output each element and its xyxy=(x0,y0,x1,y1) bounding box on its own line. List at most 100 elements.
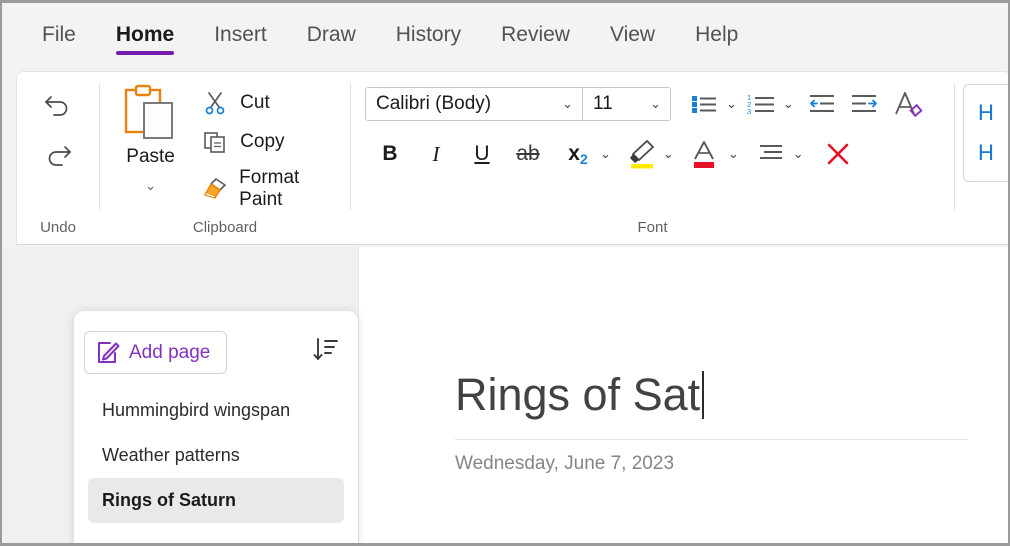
add-page-label: Add page xyxy=(129,341,211,363)
onenote-window: File Home Insert Draw History Review Vie… xyxy=(0,0,1010,546)
underline-button[interactable]: U xyxy=(465,136,499,172)
title-divider xyxy=(455,439,968,440)
underline-label: U xyxy=(474,142,490,165)
tab-review[interactable]: Review xyxy=(481,17,590,57)
numbered-list-icon: 1 2 3 xyxy=(747,93,774,115)
redo-button[interactable] xyxy=(34,132,82,176)
redo-arrow-icon xyxy=(48,146,71,166)
subscript-base-label: x xyxy=(568,142,580,165)
tab-draw[interactable]: Draw xyxy=(287,17,376,57)
format-painter-label: Format Paint xyxy=(239,167,300,210)
italic-label: I xyxy=(432,141,440,166)
italic-button[interactable]: I xyxy=(419,136,453,172)
align-button[interactable] xyxy=(754,136,788,172)
tab-review-label: Review xyxy=(501,23,570,46)
paste-label: Paste xyxy=(126,146,175,167)
edit-page-icon xyxy=(98,342,120,363)
chevron-down-icon: ⌄ xyxy=(562,96,573,111)
increase-indent-icon xyxy=(851,95,877,112)
align-icon xyxy=(759,145,782,159)
bold-button[interactable]: B xyxy=(373,136,407,172)
undo-arrow-icon xyxy=(45,96,68,116)
undo-group-label: Undo xyxy=(40,219,76,236)
tab-home-label: Home xyxy=(115,23,175,46)
font-color-button[interactable] xyxy=(689,136,723,172)
paste-icon xyxy=(124,84,173,139)
paste-button[interactable]: Paste ⌄ xyxy=(106,80,195,194)
clear-button[interactable] xyxy=(821,136,855,172)
svg-text:3: 3 xyxy=(747,107,751,115)
note-title-text: Rings of Sat xyxy=(455,369,701,420)
note-content-pane[interactable]: Rings of Sat Wednesday, June 7, 2023 xyxy=(358,247,1008,543)
tab-history-label: History xyxy=(395,23,462,46)
strikethrough-button[interactable]: ab xyxy=(511,136,545,172)
clipboard-commands: Cut Copy Format Paint xyxy=(195,80,350,214)
clipboard-group-label: Clipboard xyxy=(192,219,258,236)
style-heading1[interactable]: H xyxy=(978,100,1008,126)
numbering-caret-icon[interactable]: ⌄ xyxy=(778,96,799,112)
styles-gallery[interactable]: H H xyxy=(963,84,1008,182)
chevron-down-icon: ⌄ xyxy=(650,96,661,111)
ribbon-tab-strip: File Home Insert Draw History Review Vie… xyxy=(2,3,1008,71)
font-group-label: Font xyxy=(637,219,668,236)
increase-indent-button[interactable] xyxy=(847,86,881,122)
note-title[interactable]: Rings of Sat xyxy=(455,369,705,421)
sort-descending-icon xyxy=(313,338,338,360)
ribbon-group-clipboard: Paste ⌄ Cut Copy Format Paint Clipboard xyxy=(100,72,350,244)
font-name-combo[interactable]: Calibri (Body) ⌄ xyxy=(365,87,583,121)
bullet-list-icon xyxy=(692,96,716,113)
clear-red-x-icon xyxy=(827,143,848,165)
page-list-item-selected[interactable]: Rings of Saturn xyxy=(88,478,344,523)
tab-file-label: File xyxy=(42,23,76,46)
highlight-caret-icon[interactable]: ⌄ xyxy=(658,146,679,162)
scissors-icon xyxy=(201,89,229,117)
undo-button[interactable] xyxy=(34,82,82,126)
sort-pages-button[interactable] xyxy=(312,336,340,369)
font-color-icon xyxy=(693,141,714,168)
tab-history[interactable]: History xyxy=(376,17,481,57)
page-list-item[interactable]: Weather patterns xyxy=(88,433,344,478)
tab-insert[interactable]: Insert xyxy=(194,17,287,57)
subscript-button[interactable]: x2 xyxy=(561,136,595,172)
page-list: Hummingbird wingspan Weather patterns Ri… xyxy=(74,388,358,523)
decrease-indent-button[interactable] xyxy=(805,86,839,122)
ribbon-group-font: Calibri (Body) ⌄ 11 ⌄ ⌄ 1 2 3 ⌄ B I U ab… xyxy=(351,72,954,244)
decrease-indent-icon xyxy=(809,95,834,112)
font-row-top: Calibri (Body) ⌄ 11 ⌄ ⌄ 1 2 3 ⌄ xyxy=(365,86,925,122)
tab-home[interactable]: Home xyxy=(96,17,194,57)
page-list-item[interactable]: Hummingbird wingspan xyxy=(88,388,344,433)
tab-help[interactable]: Help xyxy=(675,17,758,57)
cut-button[interactable]: Cut xyxy=(195,86,350,120)
tab-help-label: Help xyxy=(695,23,739,46)
tab-file[interactable]: File xyxy=(22,17,96,57)
format-painter-icon xyxy=(201,175,228,203)
highlight-button[interactable] xyxy=(624,136,658,172)
page-list-panel: Add page Hummingbird wingspan Weather pa… xyxy=(74,311,358,543)
font-size-value: 11 xyxy=(593,93,613,114)
add-page-button[interactable]: Add page xyxy=(84,331,228,374)
format-painter-button[interactable]: Format Paint xyxy=(195,164,350,214)
font-row-bottom: B I U ab x2 ⌄ ⌄ ⌄ ⌄ xyxy=(365,136,855,172)
font-size-combo[interactable]: 11 ⌄ xyxy=(583,87,671,121)
bullets-button[interactable] xyxy=(687,86,721,122)
align-caret-icon[interactable]: ⌄ xyxy=(788,146,809,162)
style-heading2[interactable]: H xyxy=(978,140,1008,166)
bullets-caret-icon[interactable]: ⌄ xyxy=(721,96,742,112)
subscript-sub-label: 2 xyxy=(579,151,588,167)
ribbon-group-styles: H H xyxy=(955,72,1008,244)
page-list-toolbar: Add page xyxy=(74,311,358,374)
strikethrough-label: ab xyxy=(516,142,540,165)
note-date: Wednesday, June 7, 2023 xyxy=(455,453,675,474)
clear-formatting-icon xyxy=(894,92,923,118)
copy-icon xyxy=(201,128,229,156)
ribbon-group-undo: Undo xyxy=(17,72,99,244)
font-color-caret-icon[interactable]: ⌄ xyxy=(723,146,744,162)
bold-label: B xyxy=(382,142,398,165)
clear-formatting-button[interactable] xyxy=(891,86,925,122)
paste-caret-icon[interactable]: ⌄ xyxy=(145,178,156,194)
tab-view[interactable]: View xyxy=(590,17,675,57)
workspace-canvas: Rings of Sat Wednesday, June 7, 2023 Add… xyxy=(2,247,1008,543)
numbering-button[interactable]: 1 2 3 xyxy=(744,86,778,122)
copy-button[interactable]: Copy xyxy=(195,125,350,159)
subscript-caret-icon[interactable]: ⌄ xyxy=(595,146,616,162)
